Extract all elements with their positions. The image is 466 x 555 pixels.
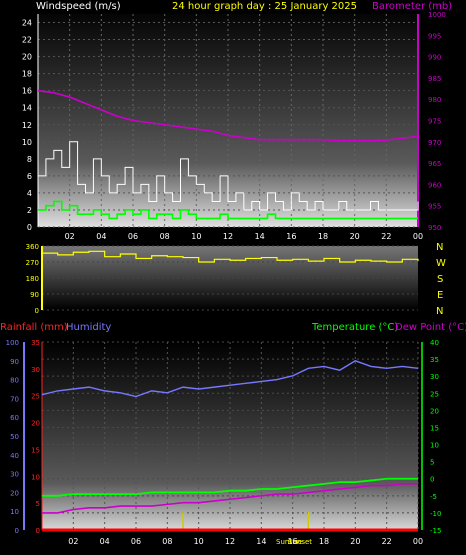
wind-y-tick-label: 6 — [27, 172, 32, 181]
temp-y-tick-label: -5 — [430, 493, 437, 501]
temp-y-tick-label: 40 — [430, 339, 439, 347]
wind-x-tick-label: 22 — [381, 232, 391, 241]
humidity-y-tick-label: 70 — [10, 395, 19, 403]
baro-y-tick-label: 955 — [428, 203, 441, 211]
rain-y-tick-label: 0 — [36, 527, 40, 535]
temp-y-tick-label: 15 — [430, 424, 439, 432]
temp-x-tick-label: 02 — [68, 537, 78, 546]
baro-y-tick-label: 985 — [428, 75, 441, 83]
compass-label-w: W — [436, 258, 446, 269]
wind-y-tick-label: 24 — [22, 19, 32, 28]
rain-y-tick-label: 5 — [36, 500, 40, 508]
rain-y-tick-label: 30 — [31, 366, 40, 374]
sunset-label: Sunset — [288, 538, 312, 546]
baro-y-tick-label: 960 — [428, 181, 441, 189]
wind-x-tick-label: 04 — [96, 232, 106, 241]
direction-y-tick-label: 90 — [30, 291, 39, 299]
temp-y-tick-label: -10 — [430, 510, 441, 518]
temp-y-tick-label: 35 — [430, 356, 439, 364]
wind-x-tick-label: 14 — [255, 232, 265, 241]
compass-label-e: E — [437, 290, 443, 301]
wind-x-tick-label: 00 — [413, 232, 423, 241]
wind-x-tick-label: 02 — [65, 232, 75, 241]
temp-y-tick-label: 30 — [430, 373, 439, 381]
baro-y-tick-label: 1000 — [428, 11, 446, 19]
wind-y-tick-label: 10 — [22, 138, 32, 147]
temp-y-tick-label: 20 — [430, 407, 439, 415]
compass-label-n-bottom: N — [436, 306, 443, 317]
wind-x-tick-label: 10 — [191, 232, 201, 241]
direction-y-tick-label: 0 — [35, 307, 39, 315]
humidity-y-tick-label: 30 — [10, 471, 19, 479]
compass-label-n-top: N — [436, 242, 443, 253]
temp-x-tick-label: 12 — [225, 537, 235, 546]
wind-x-tick-label: 16 — [286, 232, 296, 241]
temp-x-tick-label: 18 — [319, 537, 329, 546]
chart-title: 24 hour graph day : 25 January 2025 — [172, 1, 357, 12]
rain-y-tick-label: 25 — [31, 393, 40, 401]
temp-x-tick-label: 06 — [131, 537, 141, 546]
wind-y-tick-label: 16 — [22, 87, 32, 96]
baro-y-tick-label: 950 — [428, 224, 441, 232]
temp-y-tick-label: 0 — [430, 476, 434, 484]
temp-y-tick-label: 25 — [430, 390, 439, 398]
wind-y-tick-label: 4 — [27, 189, 32, 198]
direction-y-tick-label: 180 — [26, 275, 39, 283]
wind-y-tick-label: 14 — [22, 104, 32, 113]
baro-y-tick-label: 990 — [428, 54, 441, 62]
wind-y-tick-label: 12 — [22, 121, 32, 130]
temp-y-tick-label: 5 — [430, 459, 434, 467]
humidity-y-tick-label: 60 — [10, 414, 19, 422]
compass-label-s: S — [437, 274, 443, 285]
temp-y-tick-label: -15 — [430, 527, 441, 535]
temp-x-tick-label: 10 — [194, 537, 204, 546]
baro-y-tick-label: 995 — [428, 32, 441, 40]
wind-y-tick-label: 18 — [22, 70, 32, 79]
baro-y-tick-label: 970 — [428, 139, 441, 147]
humidity-y-tick-label: 10 — [10, 508, 19, 516]
wind-axis-title: Windspeed (m/s) — [36, 1, 121, 12]
wind-y-tick-label: 8 — [27, 155, 32, 164]
wind-y-tick-label: 20 — [22, 53, 32, 62]
weather-chart-svg: 0246810121416182022249509559609659709759… — [0, 1, 466, 546]
temp-y-tick-label: 10 — [430, 442, 439, 450]
temp-x-tick-label: 04 — [100, 537, 110, 546]
temp-x-tick-label: 14 — [256, 537, 266, 546]
temp-x-tick-label: 00 — [413, 537, 423, 546]
baro-y-tick-label: 980 — [428, 96, 441, 104]
humidity-y-tick-label: 0 — [15, 527, 19, 535]
dew-point-axis-title: Dew Point (°C) — [395, 322, 466, 333]
direction-y-tick-label: 270 — [26, 259, 39, 267]
humidity-y-tick-label: 100 — [6, 339, 19, 347]
rain-y-tick-label: 15 — [31, 446, 40, 454]
baro-y-tick-label: 975 — [428, 118, 441, 126]
humidity-y-tick-label: 20 — [10, 489, 19, 497]
barometer-axis-title: Barometer (mb) — [372, 1, 452, 12]
wind-y-tick-label: 22 — [22, 36, 32, 45]
humidity-y-tick-label: 40 — [10, 452, 19, 460]
wind-x-tick-label: 20 — [350, 232, 360, 241]
temp-x-tick-label: 22 — [382, 537, 392, 546]
temp-x-tick-label: 08 — [162, 537, 172, 546]
temp-panel — [42, 342, 418, 530]
wind-y-tick-label: 0 — [27, 223, 32, 232]
rainfall-axis-title: Rainfall (mm) — [0, 322, 68, 333]
humidity-y-tick-label: 90 — [10, 358, 19, 366]
temperature-axis-title: Temperature (°C) — [311, 322, 398, 333]
wind-x-tick-label: 12 — [223, 232, 233, 241]
rain-y-tick-label: 35 — [31, 339, 40, 347]
weather-graph: 0 2 4 6 8 10 12 14 16 18 20 22 24 950 955 960 965 970 975 9… — [0, 0, 466, 555]
direction-y-tick-label: 360 — [26, 243, 39, 251]
baro-y-tick-label: 965 — [428, 160, 441, 168]
rain-y-tick-label: 10 — [31, 473, 40, 481]
temp-x-tick-label: 20 — [350, 537, 360, 546]
humidity-axis-title: Humidity — [66, 322, 111, 333]
rain-y-tick-label: 20 — [31, 420, 40, 428]
wind-x-tick-label: 08 — [160, 232, 170, 241]
humidity-y-tick-label: 50 — [10, 433, 19, 441]
wind-y-tick-label: 2 — [27, 206, 32, 215]
wind-x-tick-label: 18 — [318, 232, 328, 241]
wind-x-tick-label: 06 — [128, 232, 138, 241]
humidity-y-tick-label: 80 — [10, 377, 19, 385]
